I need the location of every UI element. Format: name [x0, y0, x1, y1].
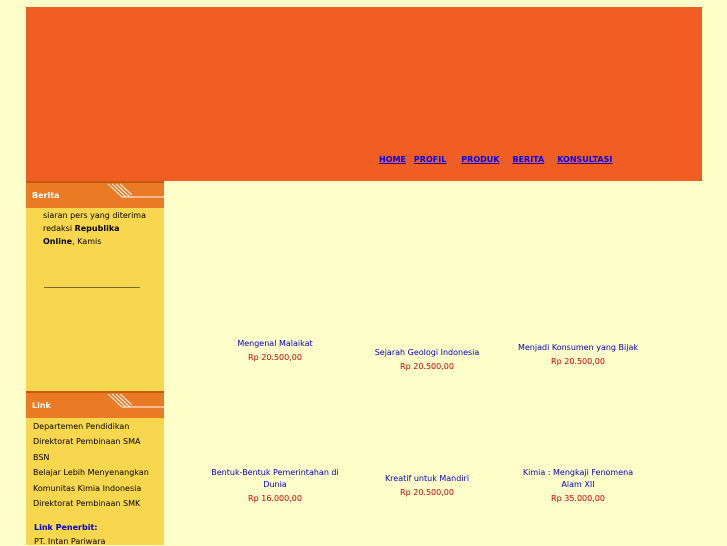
product-name-link[interactable]: Kreatif untuk Mandiri — [362, 473, 492, 485]
berita-text: siaran pers yang diterima redaksi Republ… — [43, 209, 155, 248]
product-name-link[interactable]: Kimia : Mengkaji Fenomena Alam XII — [513, 467, 643, 491]
product-item: Sejarah Geologi Indonesia Rp 20.500,00 — [362, 347, 492, 371]
link-departemen-pendidikan[interactable]: Departemen Pendidikan — [33, 419, 149, 434]
penerbit-label: Link Penerbit: — [34, 523, 98, 532]
product-item: Bentuk-Bentuk Pemerintahan di Dunia Rp 1… — [210, 467, 340, 503]
link-belajar[interactable]: Belajar Lebih Menyenangkan — [33, 465, 149, 480]
berita-line-2: redaksi Republika — [43, 222, 155, 235]
nav-konsultasi[interactable]: KONSULTASI — [557, 155, 612, 164]
link-list: Departemen Pendidikan Direktorat Pembina… — [33, 419, 149, 511]
product-name-link[interactable]: Mengenal Malaikat — [210, 338, 340, 350]
product-item: Mengenal Malaikat Rp 20.500,00 — [210, 338, 340, 362]
product-price: Rp 20.500,00 — [400, 362, 454, 371]
berita-line-2-bold: Republika — [74, 224, 120, 233]
main-nav: HOME PROFIL PRODUK BERITA KONSULTASI — [379, 155, 612, 164]
link-komunitas-kimia[interactable]: Komunitas Kimia Indonesia — [33, 481, 149, 496]
berita-line-1: siaran pers yang diterima — [43, 211, 146, 220]
nav-home[interactable]: HOME — [379, 155, 406, 164]
product-name-link[interactable]: Sejarah Geologi Indonesia — [362, 347, 492, 359]
product-price: Rp 35.000,00 — [551, 494, 605, 503]
sidebar: Berita siaran pers yang diterima redaksi… — [26, 181, 164, 546]
product-price: Rp 20.500,00 — [551, 357, 605, 366]
product-item: Menjadi Konsumen yang Bijak Rp 20.500,00 — [513, 342, 643, 366]
berita-divider — [44, 287, 140, 288]
link-direktorat-sma[interactable]: Direktorat Pembinaan SMA — [33, 434, 149, 449]
link-direktorat-smk[interactable]: Direktorat Pembinaan SMK — [33, 496, 149, 511]
product-name-link[interactable]: Bentuk-Bentuk Pemerintahan di Dunia — [210, 467, 340, 491]
stripes-decoration-icon — [108, 183, 164, 198]
link-box-title: Link — [32, 401, 51, 410]
stripes-decoration-icon — [108, 393, 164, 408]
site-header: HOME PROFIL PRODUK BERITA KONSULTASI — [26, 7, 702, 181]
product-item: Kimia : Mengkaji Fenomena Alam XII Rp 35… — [513, 467, 643, 503]
berita-line-3-rest: , Kamis — [72, 237, 102, 246]
nav-berita[interactable]: BERITA — [512, 155, 544, 164]
link-box-header: Link — [26, 391, 164, 418]
product-name-link[interactable]: Menjadi Konsumen yang Bijak — [513, 342, 643, 354]
berita-line-2-prefix: redaksi — [43, 224, 75, 233]
link-bsn[interactable]: BSN — [33, 450, 149, 465]
nav-produk[interactable]: PRODUK — [461, 155, 499, 164]
product-price: Rp 16.000,00 — [248, 494, 302, 503]
berita-line-3-bold: Online — [43, 237, 73, 246]
product-price: Rp 20.500,00 — [248, 353, 302, 362]
product-item: Kreatif untuk Mandiri Rp 20.500,00 — [362, 473, 492, 497]
berita-box-title: Berita — [32, 191, 60, 200]
product-price: Rp 20.500,00 — [400, 488, 454, 497]
berita-line-3: Online, Kamis — [43, 235, 155, 248]
berita-box-header: Berita — [26, 181, 164, 208]
nav-profil[interactable]: PROFIL — [414, 155, 446, 164]
